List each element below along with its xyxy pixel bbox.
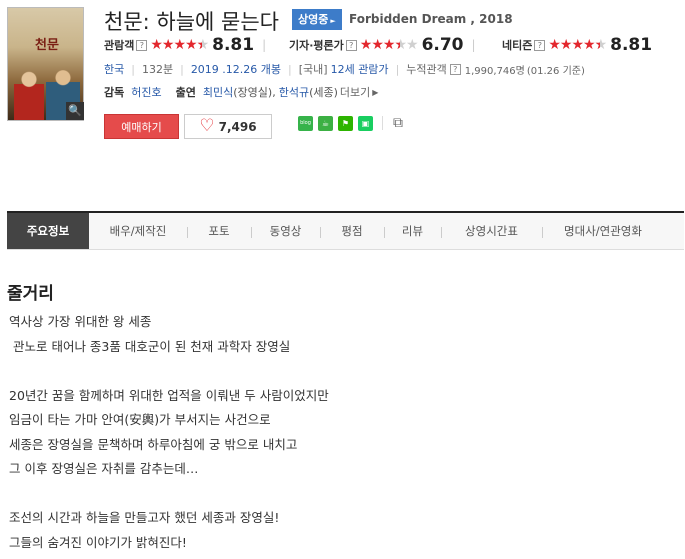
rating-prefix: [국내] (298, 63, 328, 76)
tab-video[interactable]: 동영상 (251, 213, 320, 249)
divider (382, 116, 383, 130)
like-button[interactable]: ♡ 7,496 (184, 114, 272, 139)
divider: | (262, 38, 267, 52)
poster-tagline (12, 14, 81, 28)
rating-score: 8.81 (610, 35, 653, 55)
star-rating: ★★★★★★ (150, 37, 209, 53)
tab-ratings[interactable]: 평점 (320, 213, 384, 249)
rating-audience: 관람객 ? ★★★★★★ 8.81 | (104, 35, 274, 55)
poster-title: 천문 (35, 38, 59, 53)
rating-score: 8.81 (212, 35, 255, 55)
more-link[interactable]: 더보기 (340, 84, 370, 100)
director-link[interactable]: 허진호 (131, 84, 161, 100)
cast-role-1: (장영실), (233, 86, 276, 99)
tab-quotes-related[interactable]: 명대사/연관영화 (542, 213, 664, 249)
memo-share-icon[interactable]: ▣ (358, 115, 373, 131)
cast-label: 출연 (175, 86, 196, 99)
status-badge[interactable]: 상영중 ► (292, 9, 342, 30)
share-icon[interactable]: ⧉ (393, 115, 403, 131)
rating-score: 6.70 (421, 35, 464, 55)
rating-label: 네티즌 (502, 39, 533, 52)
cast-link-1[interactable]: 최민식 (203, 84, 233, 100)
age-rating-link[interactable]: 12세 관람가 (331, 61, 389, 77)
release-date-link[interactable]: 2019 .12.26 개봉 (191, 61, 281, 77)
audience-label: 누적관객 (406, 63, 447, 76)
help-icon[interactable]: ? (449, 63, 461, 75)
movie-meta: 한국 | 132분 | 2019 .12.26 개봉 | [국내] 12세 관람… (104, 61, 585, 77)
rating-netizen: 네티즌 ? ★★★★★★ 8.81 (502, 35, 652, 55)
poster-figure-left (14, 70, 44, 120)
synopsis-line: 역사상 가장 위대한 왕 세종 (9, 314, 152, 329)
audience-date: (01.26 기준) (526, 65, 585, 77)
tab-main-info[interactable]: 주요정보 (7, 213, 89, 249)
tab-reviews[interactable]: 리뷰 (384, 213, 441, 249)
english-title: Forbidden Dream , 2018 (349, 12, 513, 26)
synopsis-heading: 줄거리 (7, 284, 54, 304)
synopsis-line: 임금이 타는 가마 안여(安輿)가 부서지는 사건으로 (9, 412, 271, 427)
blog-icon-label: blog (300, 120, 311, 126)
tab-cast-crew[interactable]: 배우/제작진 (89, 213, 187, 249)
help-icon[interactable]: ? (136, 39, 148, 51)
share-bar: blog ☕ ⚑ ▣ ⧉ (298, 115, 403, 131)
credits: 감독 허진호 출연 최민식 (장영실), 한석규 (세종) 더보기 ▶ (104, 84, 378, 100)
help-icon[interactable]: ? (345, 39, 357, 51)
movie-title[interactable]: 천문: 하늘에 묻는다 (104, 6, 279, 36)
synopsis-line: 관노로 태어나 종3품 대호군이 된 천재 과학자 장영실 (9, 338, 291, 354)
help-icon[interactable]: ? (534, 39, 546, 51)
zoom-icon[interactable]: 🔍 (66, 102, 84, 120)
status-badge-label: 상영중 (298, 13, 329, 26)
star-rating: ★★★★★★ (548, 37, 607, 53)
synopsis-line: 그들의 숨겨진 이야기가 밝혀진다! (9, 534, 187, 550)
like-count: 7,496 (218, 119, 257, 134)
synopsis-line: 그 이후 장영실은 자취를 감추는데… (9, 461, 199, 476)
divider: | (131, 62, 135, 76)
synopsis-line: 20년간 꿈을 함께하며 위대한 업적을 이뤄낸 두 사람이었지만 (9, 387, 329, 403)
audience-value: 1,990,746명 (464, 65, 525, 77)
keep-share-icon[interactable]: ⚑ (338, 115, 353, 131)
runtime: 132분 (141, 63, 174, 76)
director-label: 감독 (104, 86, 125, 99)
rating-label: 관람객 (104, 39, 135, 52)
heart-icon: ♡ (199, 116, 215, 136)
synopsis-line: 세종은 장영실을 문책하며 하루아침에 궁 밖으로 내치고 (9, 436, 298, 452)
divider: | (395, 62, 400, 76)
rating-label: 기자·평론가 (289, 39, 344, 52)
divider: | (180, 62, 184, 76)
rating-critics: 기자·평론가 ? ★★★★★★ 6.70 | (289, 35, 484, 55)
blog-share-icon[interactable]: blog (298, 115, 313, 131)
cast-role-2: (세종) (309, 86, 338, 99)
synopsis-line (9, 359, 669, 384)
cafe-share-icon[interactable]: ☕ (318, 115, 333, 131)
book-ticket-button[interactable]: 예매하기 (104, 114, 179, 139)
country-link[interactable]: 한국 (104, 61, 124, 77)
synopsis-line (9, 482, 669, 507)
synopsis-body: 역사상 가장 위대한 왕 세종 관노로 태어나 종3품 대호군이 된 천재 과학… (9, 310, 669, 555)
cast-link-2[interactable]: 한석규 (279, 84, 309, 100)
chevron-right-icon: ▶ (372, 87, 379, 97)
divider: | (471, 38, 476, 52)
chevron-right-icon: ► (330, 17, 336, 25)
tab-photo[interactable]: 포토 (187, 213, 251, 249)
synopsis-line: 조선의 시간과 하늘을 만들고자 했던 세종과 장영실! (9, 510, 280, 525)
divider: | (288, 62, 292, 76)
tab-bar: 주요정보 배우/제작진 포토 동영상 평점 리뷰 상영시간표 명대사/연관영화 (7, 211, 684, 250)
star-rating: ★★★★★★ (359, 37, 419, 53)
tab-showtimes[interactable]: 상영시간표 (441, 213, 542, 249)
